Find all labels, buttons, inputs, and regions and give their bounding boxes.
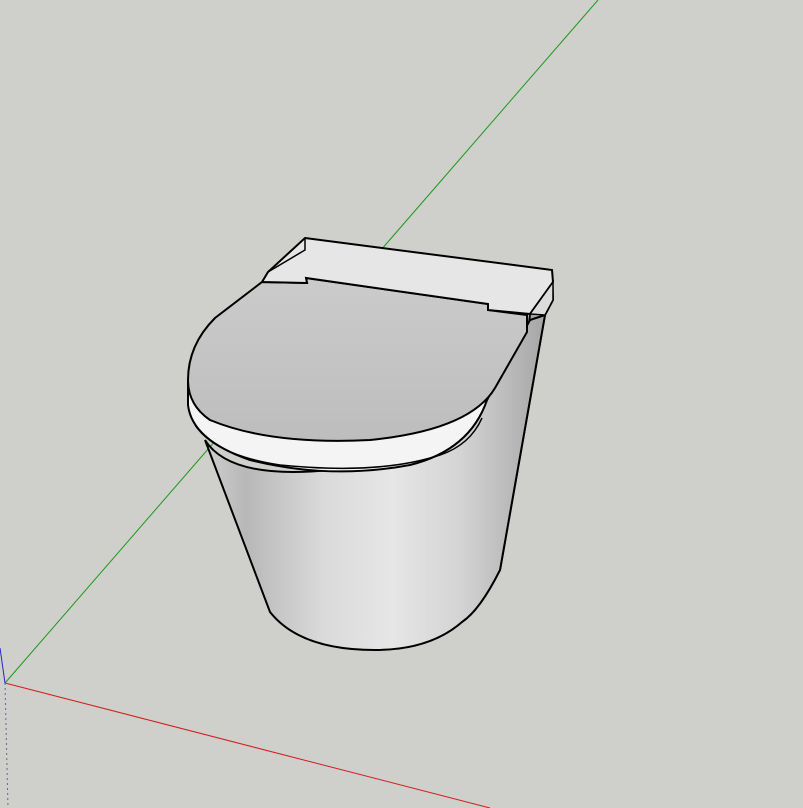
3d-scene-canvas[interactable] [0,0,803,808]
z-axis-below-line [4,682,9,808]
z-axis-line [0,647,6,684]
toilet-model[interactable] [186,236,555,652]
sketchup-viewport[interactable] [0,0,803,808]
x-axis-line [4,682,491,808]
